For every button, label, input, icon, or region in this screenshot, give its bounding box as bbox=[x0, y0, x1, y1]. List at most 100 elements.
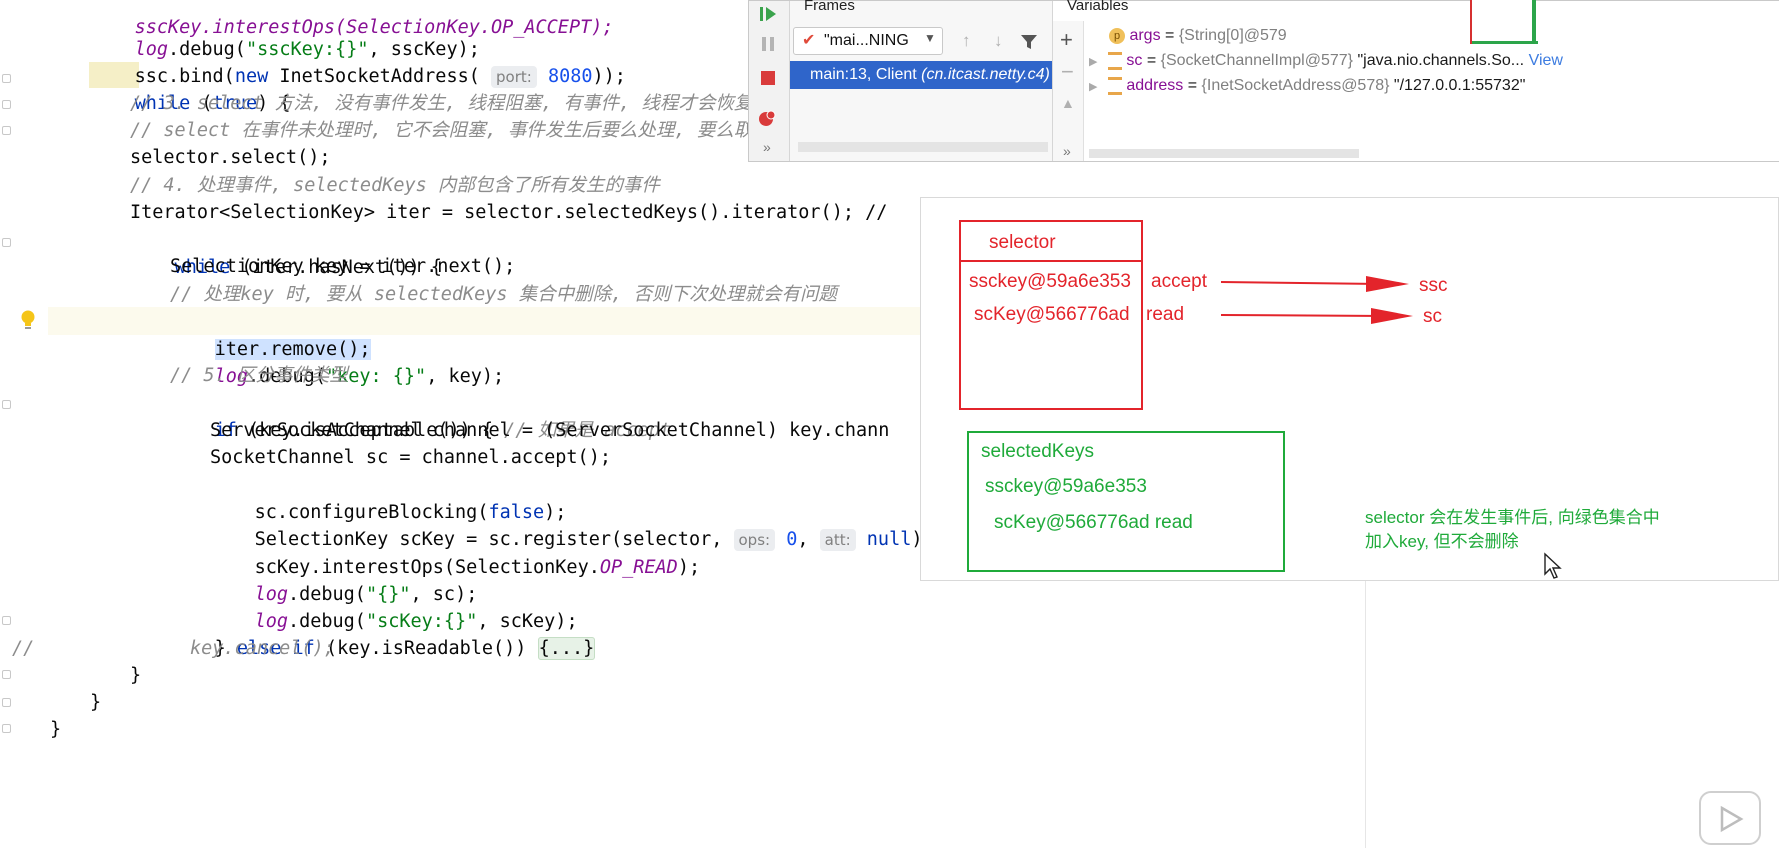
debug-toolbar: » bbox=[749, 1, 790, 161]
green-edge bbox=[1532, 0, 1536, 44]
add-watch-icon[interactable]: + bbox=[1060, 27, 1073, 53]
code-line[interactable]: Iterator<SelectionKey> iter = selector.s… bbox=[130, 199, 887, 227]
equals-sign: = bbox=[1187, 77, 1202, 94]
code-line[interactable]: if (key.isAcceptable()) { // 如果是 accept bbox=[170, 389, 671, 441]
code-line[interactable]: } bbox=[90, 689, 101, 717]
chevron-down-icon: ▼ bbox=[924, 31, 936, 45]
code-line[interactable]: } else if (key.isReadable()) {...} bbox=[170, 607, 596, 660]
folded-code-block[interactable]: {...} bbox=[537, 637, 596, 660]
fold-marker[interactable] bbox=[2, 74, 11, 83]
variable-type: {SocketChannelImpl@577} bbox=[1160, 52, 1353, 69]
more-icon[interactable]: » bbox=[1063, 143, 1071, 159]
code-line[interactable]: ssc.bind(new InetSocketAddress( port: 80… bbox=[90, 35, 626, 88]
arrow-up-icon[interactable]: ↑ bbox=[962, 31, 971, 51]
code-line[interactable]: while (iter.hasNext()) { bbox=[130, 226, 442, 278]
variable-value: "/127.0.0.1:55732" bbox=[1393, 77, 1526, 94]
code-line[interactable]: selector.select(); bbox=[130, 144, 330, 172]
variables-title: Variables bbox=[1067, 0, 1129, 14]
move-up-icon[interactable]: ▲ bbox=[1061, 95, 1075, 111]
code-comment: // 3. select 方法, 没有事件发生, 线程阻塞, 有事件, 线程才会… bbox=[130, 93, 790, 114]
code-comment: key.cancel(); bbox=[190, 638, 335, 659]
stop-icon[interactable] bbox=[757, 67, 779, 89]
overlay-window-fragment bbox=[1470, 0, 1538, 44]
equals-sign: = bbox=[1165, 27, 1179, 44]
fold-marker[interactable] bbox=[2, 238, 11, 247]
param-hint: ops: bbox=[733, 529, 776, 551]
fold-marker[interactable] bbox=[2, 126, 11, 135]
code-line[interactable]: log.debug("key: {}", key); bbox=[170, 335, 505, 387]
selector-key-1-target: ssc bbox=[1419, 275, 1448, 296]
code-text: InetSocketAddress( bbox=[268, 66, 491, 87]
code-line[interactable]: scKey.interestOps(SelectionKey.OP_READ); bbox=[210, 526, 701, 578]
variable-row[interactable]: ▶ sc = {SocketChannelImpl@577} "java.nio… bbox=[1089, 49, 1563, 73]
code-line[interactable]: while (true) { bbox=[90, 62, 291, 114]
code-line[interactable]: } bbox=[130, 662, 141, 690]
variable-row[interactable]: p args = {String[0]@579 bbox=[1109, 24, 1287, 48]
closing-brace: } bbox=[50, 719, 62, 740]
scrollbar[interactable] bbox=[1089, 149, 1359, 158]
parameter-icon: p bbox=[1109, 27, 1125, 44]
param-hint: att: bbox=[819, 529, 856, 551]
arrow-icon bbox=[1221, 276, 1413, 324]
selector-key-2: scKey@566776ad bbox=[974, 304, 1130, 325]
code-comment: // 5. 区分事件类型 bbox=[170, 365, 348, 386]
filter-icon[interactable] bbox=[1020, 33, 1038, 51]
breakpoints-icon[interactable] bbox=[757, 107, 779, 129]
code-comment: // bbox=[12, 638, 35, 659]
video-play-button[interactable] bbox=[1699, 791, 1761, 845]
pause-icon[interactable] bbox=[757, 33, 779, 55]
constant: OP_READ bbox=[599, 557, 678, 578]
thread-selector[interactable]: ✔ "mai...NING ▼ bbox=[793, 27, 943, 55]
code-line[interactable]: SelectionKey key = iter.next(); bbox=[170, 253, 515, 281]
fold-marker[interactable] bbox=[2, 400, 11, 409]
fold-marker[interactable] bbox=[2, 616, 11, 625]
closing-brace: } bbox=[90, 692, 102, 713]
code-line[interactable]: iter.remove(); bbox=[170, 308, 371, 360]
more-icon[interactable]: » bbox=[763, 139, 771, 155]
code-line[interactable]: log.debug("{}", sc); bbox=[210, 553, 478, 605]
fold-marker[interactable] bbox=[2, 670, 11, 679]
frame-label: main:13, Client bbox=[810, 66, 917, 83]
mouse-cursor-icon bbox=[1544, 552, 1562, 579]
closing-brace: } bbox=[130, 665, 142, 686]
param-hint: port: bbox=[491, 66, 537, 88]
fold-marker[interactable] bbox=[2, 100, 11, 109]
selected-keys-label: selectedKeys bbox=[981, 441, 1095, 462]
green-edge bbox=[1472, 41, 1538, 44]
fold-marker[interactable] bbox=[2, 724, 11, 733]
thread-selector-value: "mai...NING bbox=[824, 32, 909, 49]
frame-list-item[interactable]: main:13, Client (cn.itcast.netty.c4) bbox=[790, 61, 1052, 89]
code-line[interactable]: log.debug("scKey:{}", scKey); bbox=[210, 580, 578, 632]
code-text: )); bbox=[592, 66, 626, 87]
selector-diagram: selector ssckey@59a6e353 accept scKey@56… bbox=[920, 197, 1779, 581]
variable-row[interactable]: ▶ address = {InetSocketAddress@578} "/12… bbox=[1089, 74, 1525, 98]
code-comment: // 4. 处理事件, selectedKeys 内部包含了所有发生的事件 bbox=[130, 175, 660, 196]
resume-icon[interactable] bbox=[757, 3, 779, 25]
lightbulb-icon[interactable] bbox=[18, 309, 38, 331]
variables-toolbar: + − ▲ » bbox=[1053, 21, 1084, 161]
note-line-2: 加入key, 但不会删除 bbox=[1365, 532, 1519, 551]
code-line[interactable]: SocketChannel sc = channel.accept(); bbox=[210, 444, 611, 472]
code-comment: // 处理key 时, 要从 selectedKeys 集合中删除, 否则下次处… bbox=[170, 284, 837, 305]
variable-value: "java.nio.channels.So... bbox=[1357, 52, 1525, 69]
remove-watch-icon[interactable]: − bbox=[1061, 59, 1074, 85]
scrollbar[interactable] bbox=[798, 142, 1048, 152]
code-line[interactable]: } bbox=[50, 716, 61, 744]
variable-name: address bbox=[1126, 77, 1184, 94]
expand-arrow-icon[interactable]: ▶ bbox=[1089, 56, 1097, 68]
number-literal: 0 bbox=[786, 529, 798, 550]
variable-name: sc bbox=[1126, 52, 1143, 69]
frames-title: Frames bbox=[804, 0, 855, 14]
arrow-down-icon[interactable]: ↓ bbox=[994, 31, 1003, 51]
fold-marker[interactable] bbox=[2, 698, 11, 707]
debug-tool-window[interactable]: » Frames ✔ "mai...NING ▼ ↑ ↓ main:13, Cl… bbox=[748, 0, 1779, 162]
view-link[interactable]: View bbox=[1529, 52, 1563, 69]
code-line[interactable]: sc.configureBlocking(false); bbox=[210, 471, 567, 523]
code-line[interactable]: ServerSocketChannel channel = (ServerSoc… bbox=[210, 417, 889, 445]
code-line[interactable]: log.debug("sscKey:{}", sscKey); bbox=[90, 8, 480, 60]
code-line[interactable]: SelectionKey scKey = sc.register(selecto… bbox=[210, 498, 934, 551]
selected-key-2: scKey@566776ad read bbox=[994, 512, 1193, 533]
expand-arrow-icon[interactable]: ▶ bbox=[1089, 81, 1097, 93]
